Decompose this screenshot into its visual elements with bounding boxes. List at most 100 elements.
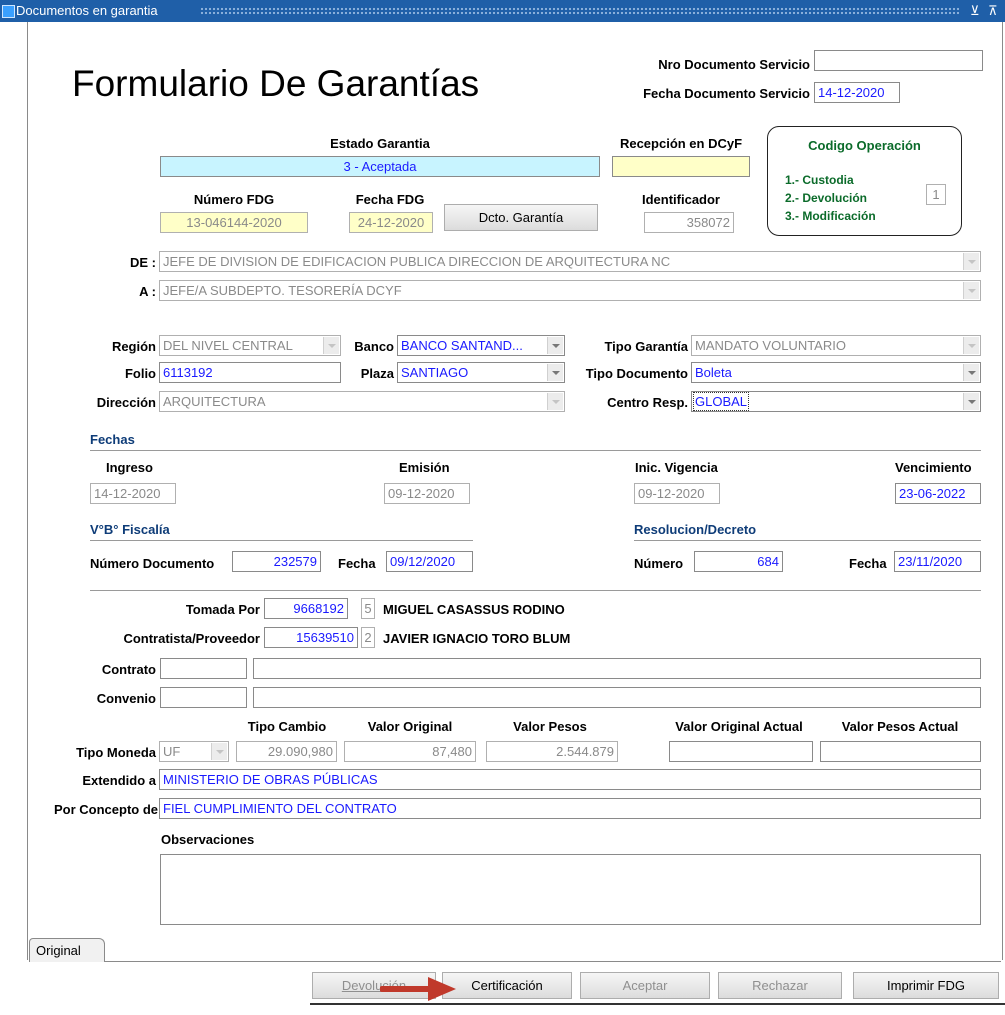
title-bar-pattern: [200, 7, 959, 15]
resolucion-section-title: Resolucion/Decreto: [634, 522, 757, 537]
folio-field[interactable]: 6113192: [159, 362, 341, 383]
por-concepto-field[interactable]: FIEL CUMPLIMIENTO DEL CONTRATO: [159, 798, 981, 819]
recepcion-dcyf-label: Recepción en DCyF: [619, 136, 743, 151]
inic-vigencia-field: 09-12-2020: [634, 483, 720, 504]
fecha-fdg-field: 24-12-2020: [349, 212, 433, 233]
fiscalia-section-title: V°B° Fiscalía: [90, 522, 170, 537]
direccion-label: Dirección: [96, 395, 156, 410]
fecha-doc-servicio-label: Fecha Documento Servicio: [643, 86, 810, 101]
certificacion-button[interactable]: Certificación: [442, 972, 572, 999]
a-label: A :: [139, 284, 156, 299]
contrato-field[interactable]: [160, 658, 247, 679]
centro-resp-select[interactable]: GLOBAL: [691, 391, 981, 412]
a-value: JEFE/A SUBDEPTO. TESORERÍA DCYF: [163, 283, 402, 298]
tab-strip-line: [105, 961, 1001, 962]
codigo-op-option-1: 1.- Custodia: [785, 173, 854, 187]
plaza-select[interactable]: SANTIAGO: [397, 362, 565, 383]
contrato-label: Contrato: [101, 662, 156, 677]
chevron-down-icon: [963, 393, 979, 410]
tipo-cambio-field: 29.090,980: [236, 741, 337, 762]
red-arrow-icon: [380, 977, 456, 1001]
tomada-por-rut-field[interactable]: 9668192: [264, 598, 348, 619]
numero-fdg-field: 13-046144-2020: [160, 212, 308, 233]
resolucion-divider: [634, 540, 981, 541]
direccion-select[interactable]: ARQUITECTURA: [159, 391, 565, 412]
ingreso-field: 14-12-2020: [90, 483, 176, 504]
aceptar-label: Aceptar: [622, 978, 668, 993]
region-select[interactable]: DEL NIVEL CENTRAL: [159, 335, 341, 356]
valor-original-actual-field[interactable]: [669, 741, 813, 762]
tipo-moneda-label: Tipo Moneda: [76, 745, 156, 760]
nro-doc-servicio-field[interactable]: [814, 50, 983, 71]
valor-pesos-actual-field[interactable]: [820, 741, 981, 762]
fiscalia-fecha-label: Fecha: [338, 556, 376, 571]
valor-pesos-actual-header: Valor Pesos Actual: [841, 719, 959, 734]
tipo-garantia-select[interactable]: MANDATO VOLUNTARIO: [691, 335, 981, 356]
fiscalia-numero-label: Número Documento: [90, 556, 215, 571]
contratista-nombre: JAVIER IGNACIO TORO BLUM: [383, 631, 571, 646]
convenio-field[interactable]: [160, 687, 247, 708]
tipo-documento-select[interactable]: Boleta: [691, 362, 981, 383]
valor-original-actual-header: Valor Original Actual: [675, 719, 803, 734]
contratista-label: Contratista/Proveedor: [123, 631, 260, 646]
numero-fdg-label: Número FDG: [193, 192, 275, 207]
window-title-bar: Documentos en garantia ⊻ ⊼: [0, 0, 1005, 22]
observaciones-textarea[interactable]: [160, 854, 981, 925]
certificacion-label: Certificación: [471, 978, 543, 993]
resolucion-fecha-field[interactable]: 23/11/2020: [894, 551, 981, 572]
tipo-garantia-label: Tipo Garantía: [604, 339, 688, 354]
de-select[interactable]: JEFE DE DIVISION DE EDIFICACION PUBLICA …: [159, 251, 981, 272]
emision-label: Emisión: [399, 460, 450, 475]
chevron-down-icon: [547, 337, 563, 354]
fecha-doc-servicio-field[interactable]: 14-12-2020: [814, 82, 900, 103]
observaciones-label: Observaciones: [161, 832, 255, 847]
tipo-garantia-value: MANDATO VOLUNTARIO: [695, 338, 846, 353]
chevron-down-icon: [963, 364, 979, 381]
emision-field: 09-12-2020: [384, 483, 470, 504]
tipo-cambio-header: Tipo Cambio: [247, 719, 327, 734]
imprimir-label: Imprimir FDG: [887, 978, 965, 993]
ingreso-label: Ingreso: [106, 460, 153, 475]
contrato-descripcion-field[interactable]: [253, 658, 981, 679]
window-title: Documentos en garantia: [16, 0, 164, 22]
a-select[interactable]: JEFE/A SUBDEPTO. TESORERÍA DCYF: [159, 280, 981, 301]
personas-divider: [90, 590, 981, 591]
fiscalia-divider: [90, 540, 473, 541]
valor-original-header: Valor Original: [367, 719, 453, 734]
rechazar-label: Rechazar: [752, 978, 808, 993]
centro-resp-label: Centro Resp.: [607, 395, 688, 410]
banco-select[interactable]: BANCO SANTAND...: [397, 335, 565, 356]
minimize-icon[interactable]: ⊻: [970, 0, 980, 22]
convenio-descripcion-field[interactable]: [253, 687, 981, 708]
fechas-section-title: Fechas: [90, 432, 135, 447]
tipo-moneda-value: UF: [163, 744, 181, 759]
fiscalia-fecha-field[interactable]: 09/12/2020: [386, 551, 473, 572]
de-value: JEFE DE DIVISION DE EDIFICACION PUBLICA …: [163, 254, 671, 269]
tab-original[interactable]: Original: [29, 938, 105, 962]
vencimiento-field[interactable]: 23-06-2022: [895, 483, 981, 504]
region-label: Región: [111, 339, 156, 354]
convenio-label: Convenio: [96, 691, 156, 706]
aceptar-button[interactable]: Aceptar: [580, 972, 710, 999]
chevron-down-icon: [547, 393, 563, 410]
extendido-field[interactable]: MINISTERIO DE OBRAS PÚBLICAS: [159, 769, 981, 790]
valor-pesos-header: Valor Pesos: [513, 719, 587, 734]
rechazar-button[interactable]: Rechazar: [718, 972, 842, 999]
resolucion-numero-field[interactable]: 684: [694, 551, 783, 572]
nro-doc-servicio-label: Nro Documento Servicio: [658, 57, 810, 72]
contratista-rut-field[interactable]: 15639510: [264, 627, 358, 648]
codigo-operacion-title: Codigo Operación: [808, 138, 921, 153]
restore-icon[interactable]: ⊼: [988, 0, 998, 22]
chevron-down-icon: [963, 282, 979, 299]
valor-pesos-field: 2.544.879: [486, 741, 618, 762]
chevron-down-icon: [963, 253, 979, 270]
por-concepto-label: Por Concepto de: [53, 802, 158, 817]
recepcion-dcyf-field[interactable]: [612, 156, 750, 177]
codigo-operacion-field[interactable]: 1: [926, 184, 946, 205]
fiscalia-numero-field[interactable]: 232579: [232, 551, 321, 572]
page-title: Formulario De Garantías: [72, 63, 480, 104]
imprimir-fdg-button[interactable]: Imprimir FDG: [853, 972, 999, 999]
tipo-moneda-select[interactable]: UF: [159, 741, 229, 762]
chevron-down-icon: [323, 337, 339, 354]
dcto-garantia-button[interactable]: Dcto. Garantía: [444, 204, 598, 231]
